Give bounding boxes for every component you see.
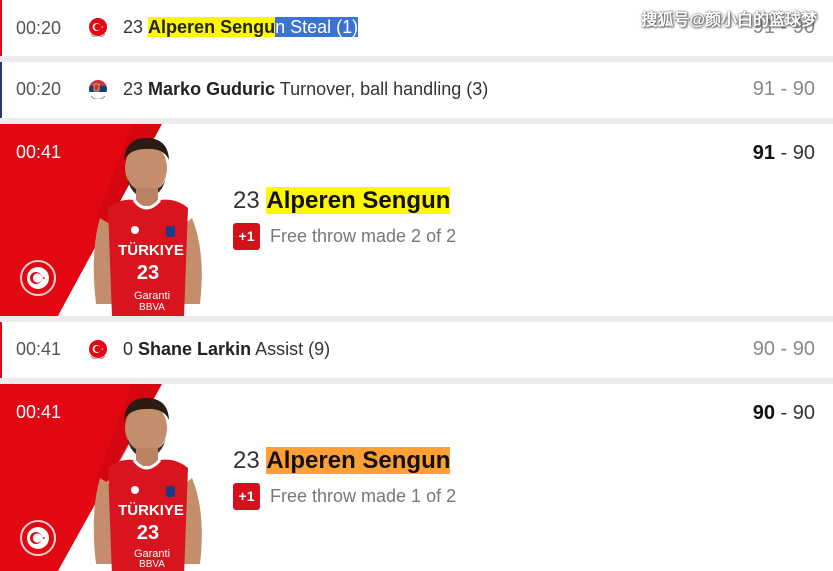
player-name[interactable]: Alperen Sengun: [266, 187, 451, 214]
scoring-event-card[interactable]: TÜRKIYE 23 Garanti BBVA 00:41 91 - 90 23…: [0, 124, 833, 316]
event-description: 23 Alperen Sengun: [233, 447, 451, 475]
event-action: Steal (1): [285, 17, 359, 37]
event-score: 91 - 90: [753, 142, 815, 165]
team-indicator-bar: [0, 322, 2, 378]
player-name-end: n: [275, 17, 286, 37]
event-time: 00:41: [16, 402, 62, 422]
turkey-team-logo-icon: [20, 260, 56, 296]
event-action: Turnover, ball handling (3): [279, 79, 489, 99]
turkey-flag-icon: [89, 18, 107, 37]
away-score: 90: [792, 142, 815, 164]
jersey-country: TÜRKIYE: [118, 502, 184, 519]
event-score: 91 - 90: [752, 78, 815, 100]
play-by-play-row[interactable]: 00:41 0 Shane Larkin Assist (9) 90 - 90: [0, 322, 833, 378]
turkey-flag-icon: [89, 340, 107, 359]
event-time: 00:41: [16, 339, 62, 359]
player-photo: [93, 138, 202, 316]
turkey-team-logo-icon: [20, 520, 56, 556]
serbia-flag-icon: [89, 80, 107, 99]
event-action: Free throw made 2 of 2: [270, 226, 457, 246]
score-separator: -: [774, 402, 793, 424]
team-indicator-bar: [0, 62, 2, 118]
event-description: 23 Alperen Sengun: [233, 187, 451, 215]
jersey-country: TÜRKIYE: [118, 242, 184, 259]
jersey-sponsor: BBVA: [139, 559, 165, 570]
event-action-line: +1 Free throw made 1 of 2: [233, 483, 456, 511]
player-name[interactable]: Alperen Sengun: [266, 447, 451, 474]
jersey-number: 23: [136, 522, 160, 544]
player-number: 23: [123, 17, 144, 37]
jersey-sponsor: BBVA: [139, 302, 165, 313]
player-number: 0: [123, 339, 134, 359]
jersey-number: 23: [136, 262, 160, 284]
team-indicator-bar: [0, 0, 2, 56]
home-score: 91: [752, 142, 775, 164]
player-name[interactable]: Alperen Sengu: [148, 17, 276, 37]
event-time: 00:20: [16, 18, 62, 38]
event-description: 23 Alperen Sengun Steal (1): [123, 17, 359, 38]
player-number: 23: [123, 79, 144, 99]
event-action: Free throw made 1 of 2: [270, 486, 457, 506]
play-by-play-row[interactable]: 00:20 23 Marko Guduric Turnover, ball ha…: [0, 62, 833, 118]
event-description: 0 Shane Larkin Assist (9): [123, 339, 330, 360]
score-separator: -: [774, 142, 793, 164]
event-score: 90 - 90: [753, 402, 815, 425]
watermark: 搜狐号@颜小白的篮球梦: [641, 12, 817, 29]
event-time: 00:41: [16, 142, 62, 162]
points-badge: +1: [233, 483, 260, 510]
selected-text: n Steal (1): [275, 17, 359, 37]
event-action-line: +1 Free throw made 2 of 2: [233, 223, 456, 251]
player-number: 23: [233, 447, 260, 474]
event-score: 90 - 90: [752, 338, 815, 360]
jersey-sponsor: Garanti: [133, 290, 171, 302]
player-name[interactable]: Marko Guduric: [148, 79, 275, 99]
home-score: 90: [752, 402, 775, 424]
player-name[interactable]: Shane Larkin: [138, 339, 251, 359]
event-time: 00:20: [16, 79, 62, 99]
event-description: 23 Marko Guduric Turnover, ball handling…: [123, 79, 488, 100]
scoring-event-card[interactable]: TÜRKIYE 23 Garanti BBVA 00:41 90 - 90 23…: [0, 384, 833, 571]
event-action: Assist (9): [255, 339, 331, 359]
points-badge: +1: [233, 223, 260, 250]
player-number: 23: [233, 187, 260, 214]
away-score: 90: [792, 402, 815, 424]
